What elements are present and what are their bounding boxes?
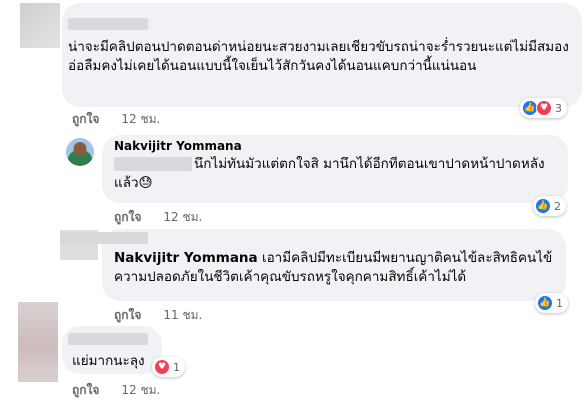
like-icon: 👍 [537, 295, 553, 311]
commenter-avatar-blurred[interactable] [20, 3, 60, 48]
timestamp[interactable]: 12 ชม. [121, 381, 160, 400]
reaction-count: 3 [555, 101, 562, 115]
like-link[interactable]: ถูกใจ [114, 208, 141, 227]
comment-text: แย่มากนะลุง [72, 353, 145, 369]
comment-actions: ถูกใจ 12 ชม. [72, 110, 160, 129]
timestamp[interactable]: 12 ชม. [163, 208, 202, 227]
mention-link[interactable]: Nakvijitr Yommana [114, 250, 258, 266]
reaction-count: 1 [173, 360, 180, 374]
reaction-summary[interactable]: 👍 2 [533, 196, 566, 216]
comment-text: น่าจะมีคลิปตอนปาดตอนด่าหน่อยนะสวยงามเลยเ… [68, 39, 569, 74]
reaction-summary[interactable]: 👍 ♥ 3 [520, 98, 567, 118]
like-link[interactable]: ถูกใจ [114, 306, 141, 325]
comment-actions: ถูกใจ 11 ชม. [114, 306, 202, 325]
commenter-name-blurred[interactable] [68, 18, 148, 30]
love-icon: ♥ [154, 359, 170, 375]
commenter-avatar-blurred[interactable] [18, 302, 58, 382]
comment-text: นึกไม่ทันมัวแต่ตกใจสิ มานึกได้อีกทีตอนเข… [114, 156, 545, 191]
reaction-count: 2 [554, 199, 561, 213]
comment-text: Nakvijitr Yommana เอามีคลิปมีทะเบียนมีพย… [114, 249, 564, 287]
like-link[interactable]: ถูกใจ [72, 110, 99, 129]
like-icon: 👍 [535, 198, 551, 214]
commenter-name[interactable]: Nakvijitr Yommana [114, 139, 242, 153]
reaction-summary[interactable]: 👍 1 [535, 293, 568, 313]
reaction-summary[interactable]: ♥ 1 [152, 357, 185, 377]
commenter-name-blurred[interactable] [60, 232, 148, 244]
commenter-name-blurred[interactable] [68, 333, 148, 345]
like-link[interactable]: ถูกใจ [72, 381, 99, 400]
timestamp[interactable]: 11 ชม. [163, 306, 202, 325]
comment-actions: ถูกใจ 12 ชม. [114, 208, 202, 227]
timestamp[interactable]: 12 ชม. [121, 110, 160, 129]
reaction-count: 1 [556, 296, 563, 310]
commenter-avatar[interactable] [66, 138, 94, 166]
love-icon: ♥ [536, 100, 552, 116]
comment-actions: ถูกใจ 12 ชม. [72, 381, 160, 400]
